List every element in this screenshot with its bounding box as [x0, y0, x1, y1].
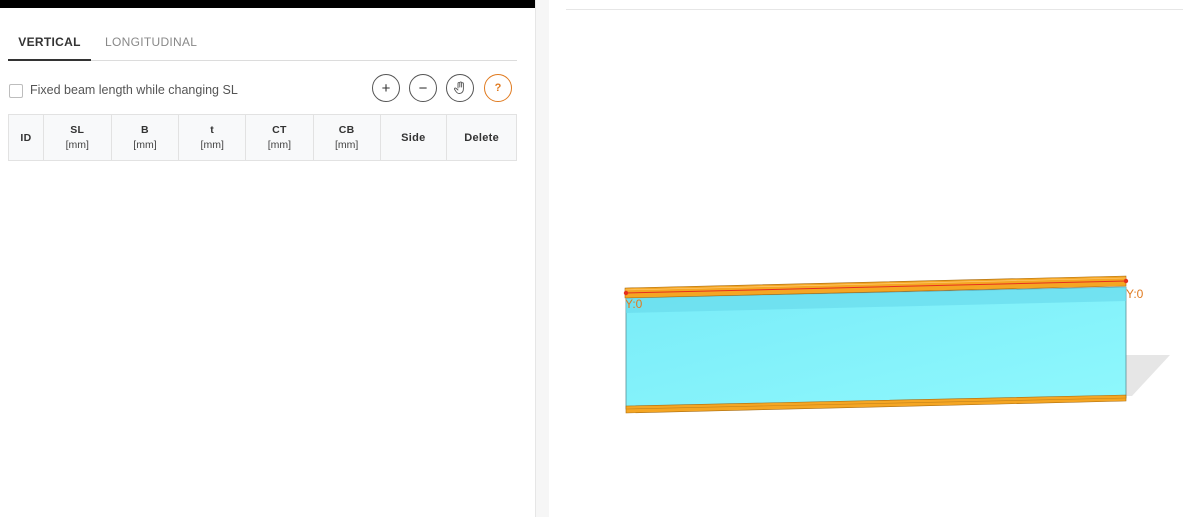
column-name: B	[141, 124, 149, 136]
column-name: CB	[338, 124, 355, 136]
column-unit: [mm]	[335, 139, 359, 151]
3d-viewport[interactable]: Y:0 Y:0	[549, 0, 1199, 517]
help-icon: ?	[494, 82, 502, 94]
stiffener-tabs: VERTICAL LONGITUDINAL	[8, 30, 517, 61]
fixed-beam-checkbox[interactable]	[9, 84, 23, 98]
column-header-id[interactable]: ID	[9, 115, 44, 160]
plus-icon: +	[381, 79, 391, 97]
app-root: VERTICAL LONGITUDINAL Fixed beam length …	[0, 0, 1199, 517]
column-name: t	[210, 124, 215, 136]
zoom-in-button[interactable]: +	[372, 74, 400, 102]
column-header-delete[interactable]: Delete	[447, 115, 516, 160]
beam-left-node[interactable]	[623, 290, 629, 296]
y-label-left: Y:0	[625, 297, 643, 311]
left-panel: VERTICAL LONGITUDINAL Fixed beam length …	[0, 0, 535, 517]
column-header-b[interactable]: B [mm]	[112, 115, 180, 160]
column-unit: [mm]	[133, 139, 157, 151]
beam-3d-view: Y:0 Y:0	[623, 275, 1170, 414]
tab-vertical[interactable]: VERTICAL	[8, 30, 91, 61]
panel-splitter[interactable]	[535, 0, 549, 517]
column-name: Side	[401, 131, 426, 144]
column-name: Delete	[464, 131, 500, 144]
minus-icon: −	[418, 79, 428, 97]
beam-right-node[interactable]	[1123, 278, 1129, 284]
pan-button[interactable]	[446, 74, 474, 102]
right-panel: Y:0 Y:0	[549, 0, 1199, 517]
y-label-right: Y:0	[1126, 287, 1144, 301]
fixed-beam-label: Fixed beam length while changing SL	[30, 83, 238, 97]
hand-icon	[454, 81, 464, 94]
column-unit: [mm]	[267, 139, 292, 151]
column-header-ct[interactable]: CT [mm]	[246, 115, 314, 160]
column-header-cb[interactable]: CB [mm]	[314, 115, 381, 160]
column-header-t[interactable]: t [mm]	[179, 115, 247, 160]
column-unit: [mm]	[65, 139, 89, 151]
option-row: Fixed beam length while changing SL + − …	[8, 73, 517, 107]
stiffener-table-header: ID SL [mm] B [mm] t [mm] CT [mm] CB [mm]	[8, 114, 517, 161]
top-bar	[0, 0, 535, 8]
column-unit: [mm]	[200, 139, 224, 151]
column-name: CT	[272, 124, 287, 136]
column-name: ID	[20, 131, 32, 144]
beam-shadow	[1126, 355, 1170, 396]
help-button[interactable]: ?	[484, 74, 512, 102]
column-name: SL	[70, 124, 85, 136]
zoom-out-button[interactable]: −	[409, 74, 437, 102]
column-header-sl[interactable]: SL [mm]	[44, 115, 112, 160]
column-header-side[interactable]: Side	[381, 115, 448, 160]
tab-longitudinal[interactable]: LONGITUDINAL	[105, 30, 197, 59]
